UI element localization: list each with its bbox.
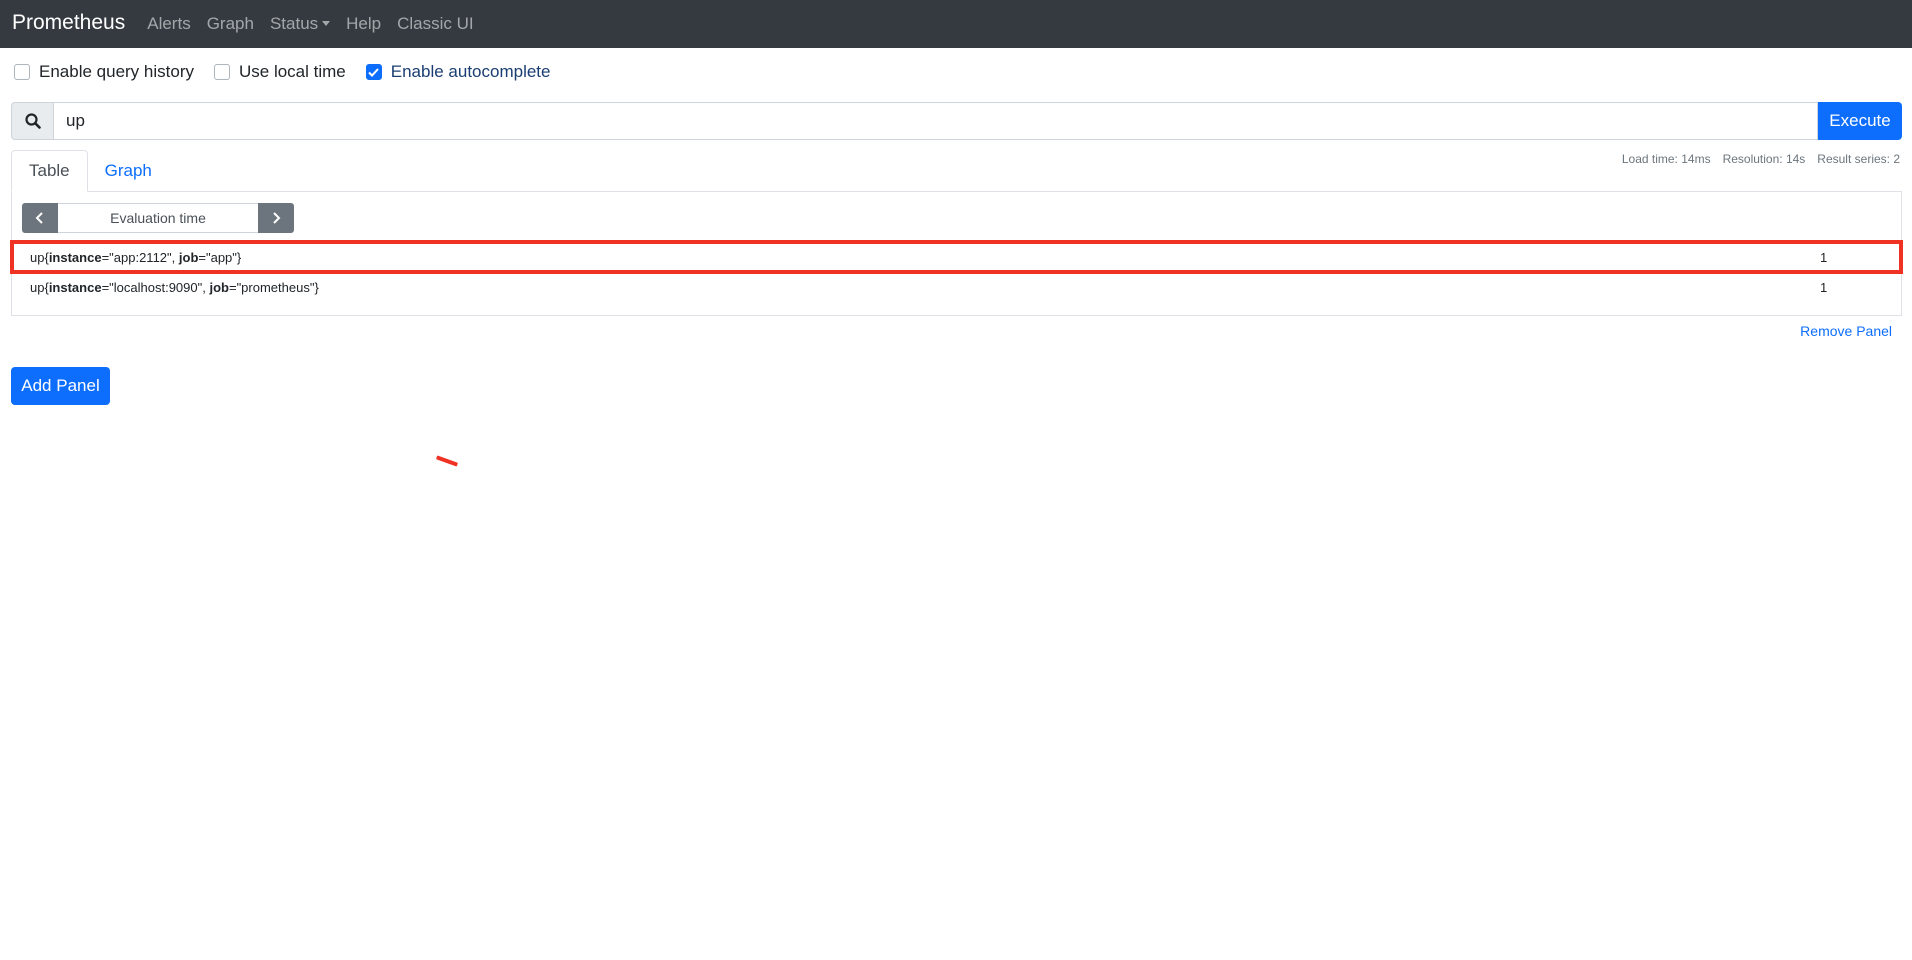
tab-graph[interactable]: Graph: [88, 150, 169, 192]
series-value: 1: [1820, 249, 1828, 265]
local-time-checkbox[interactable]: [213, 64, 230, 80]
autocomplete-checkbox[interactable]: [365, 64, 382, 80]
autocomplete-label: Enable autocomplete: [390, 62, 551, 81]
nav-status-dropdown[interactable]: Status: [269, 14, 331, 34]
evaluation-time-control: [22, 203, 294, 233]
series-name: up{instance="localhost:9090", job="prome…: [30, 279, 319, 295]
query-history-label: Enable query history: [39, 62, 194, 81]
table-row[interactable]: up{instance="localhost:9090", job="prome…: [12, 272, 1901, 302]
series-name: up{instance="app:2112", job="app"}: [30, 249, 242, 265]
panel-tabs: Table Graph: [11, 150, 169, 192]
nav-graph[interactable]: Graph: [207, 14, 254, 34]
evaluation-time-input[interactable]: [58, 203, 258, 233]
caret-down-icon: [322, 21, 331, 26]
brand-link[interactable]: Prometheus: [12, 11, 125, 35]
query-history-checkbox[interactable]: [14, 64, 30, 80]
resolution: Resolution: 14s: [1722, 152, 1806, 166]
table-panel: up{instance="app:2112", job="app"} 1 up{…: [10, 191, 1903, 316]
series-value: 1: [1820, 279, 1828, 295]
execute-button[interactable]: Execute: [1818, 102, 1902, 140]
local-time-label: Use local time: [238, 62, 346, 81]
add-panel-button[interactable]: Add Panel: [11, 367, 110, 405]
remove-panel-link[interactable]: Remove Panel: [1800, 323, 1892, 339]
enable-query-history-option[interactable]: Enable query history: [14, 62, 194, 82]
nav-classic-ui[interactable]: Classic UI: [397, 14, 474, 34]
enable-autocomplete-option[interactable]: Enable autocomplete: [365, 62, 551, 82]
expression-input[interactable]: [53, 102, 1818, 140]
query-stats: Load time: 14ms Resolution: 14s Result s…: [1610, 152, 1900, 166]
chevron-right-icon: [273, 212, 281, 224]
result-series: Result series: 2: [1817, 152, 1900, 166]
table-row[interactable]: up{instance="app:2112", job="app"} 1: [10, 240, 1903, 274]
previous-time-button[interactable]: [22, 203, 58, 233]
chevron-left-icon: [35, 212, 43, 224]
nav-status-label: Status: [269, 14, 319, 33]
top-navbar: Prometheus Alerts Graph Status Help Clas…: [0, 0, 1912, 48]
annotation-mark: [435, 455, 459, 467]
query-options: Enable query history Use local time Enab…: [14, 62, 570, 82]
use-local-time-option[interactable]: Use local time: [213, 62, 346, 82]
tab-table[interactable]: Table: [11, 150, 88, 192]
check-icon: [368, 67, 379, 77]
expression-input-group: Execute: [11, 102, 1902, 140]
search-icon: [11, 102, 53, 140]
result-table: up{instance="app:2112", job="app"} 1 up{…: [10, 240, 1903, 302]
load-time: Load time: 14ms: [1621, 152, 1711, 166]
next-time-button[interactable]: [258, 203, 294, 233]
nav-alerts[interactable]: Alerts: [147, 14, 190, 34]
nav-help[interactable]: Help: [346, 14, 381, 34]
